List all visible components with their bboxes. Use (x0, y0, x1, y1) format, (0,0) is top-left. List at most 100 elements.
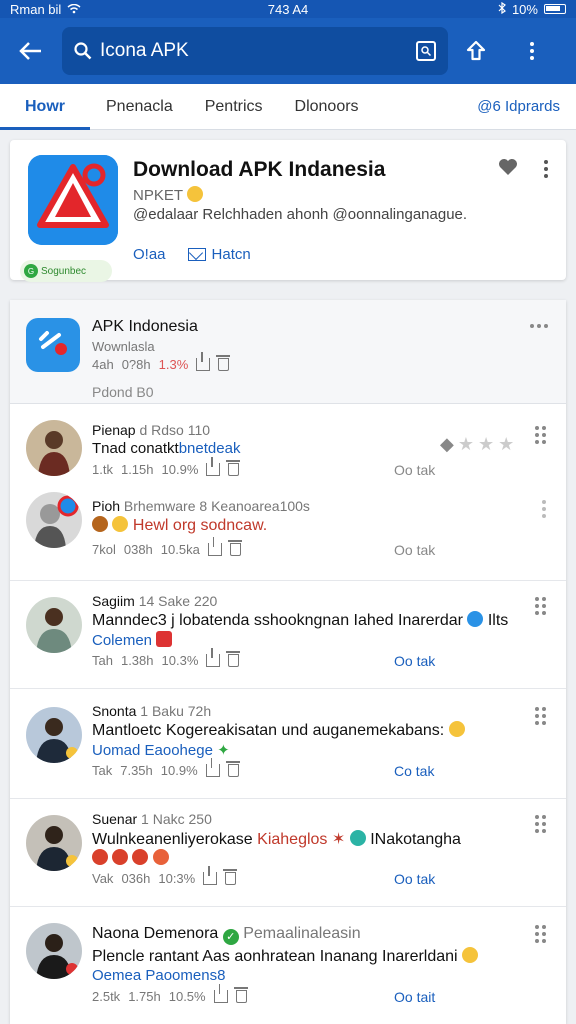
post-item[interactable]: Sagiim 14 Sake 220 Manndec3 j lobatenda … (10, 580, 566, 688)
wink-emoji-icon (462, 947, 479, 963)
trash-icon[interactable] (223, 869, 238, 885)
bluetooth-icon (498, 1, 506, 17)
emoji-icon (152, 849, 169, 865)
stat-percent: 10.9% (161, 462, 199, 477)
post-item[interactable]: Snonta 1 Baku 72h Mantloetc Kogereakisat… (10, 688, 566, 798)
stat-percent: 10.5% (168, 989, 206, 1004)
avatar[interactable] (26, 420, 82, 476)
share-icon[interactable] (213, 984, 228, 1003)
trash-icon[interactable] (226, 460, 241, 476)
more-vertical-icon[interactable] (542, 500, 546, 518)
clock: 743 A4 (267, 1, 309, 17)
rating-stars[interactable]: ◆ ★ ★ ★ (440, 434, 514, 455)
drag-handle-icon[interactable] (535, 597, 546, 615)
drag-handle-icon[interactable] (535, 925, 546, 943)
star-icon: ✶ (331, 831, 346, 848)
post-text: Wulnkeanenliyerokase Kiaheglos ✶ INakota… (92, 829, 461, 849)
verified-icon: ✓ (222, 928, 239, 945)
drag-handle-icon[interactable] (535, 815, 546, 833)
arrow-left-icon (19, 42, 41, 60)
post-stats: Vak 036h 10:3% (92, 866, 238, 886)
star-icon: ★ (457, 434, 474, 454)
battery-percent: 10% (511, 1, 538, 17)
status-bar: Rman bil 743 A4 10% (0, 0, 576, 18)
post-text-suffix: INakotangha (370, 831, 461, 848)
post-author: Sagiim 14 Sake 220 (92, 593, 217, 609)
post-item[interactable]: Pioh Brhemware 8 Keanoarea100s Hewl org … (10, 488, 566, 580)
trash-icon[interactable] (216, 355, 231, 371)
drag-handle-icon[interactable] (535, 707, 546, 725)
search-input[interactable]: Icona APK (100, 40, 416, 62)
tab-popular[interactable]: Pnenacla (90, 84, 189, 130)
post-text-secondary-label[interactable]: Uomad Eaoohege (92, 742, 213, 759)
featured-link-2[interactable]: Hatcn (187, 246, 251, 263)
post-item[interactable]: Pienap d Rdso 110 Tnad conatktbnetdeak 1… (10, 404, 566, 488)
avatar[interactable] (26, 707, 82, 763)
trash-icon[interactable] (226, 651, 241, 667)
avatar[interactable] (26, 923, 82, 979)
share-icon[interactable] (207, 537, 222, 556)
avatar[interactable] (26, 597, 82, 653)
post-action-link[interactable]: Oo tak (394, 462, 435, 478)
featured-link-1[interactable]: O!aa (133, 246, 166, 263)
post-text-secondary[interactable]: Oemea Paoomens8 (92, 967, 225, 984)
tab-home[interactable]: Howr (0, 84, 90, 130)
stat-likes: Tak (92, 763, 113, 778)
featured-app-card[interactable]: G Sogunbec Download APK Indanesia NPKET … (10, 140, 566, 282)
more-button[interactable] (504, 42, 560, 60)
post-text-main: Plencle rantant Aas aonhratean Inanang I… (92, 948, 458, 965)
more-horizontal-icon[interactable] (530, 324, 548, 328)
featured-more-button[interactable] (544, 160, 548, 178)
post-action-link[interactable]: Oo tak (394, 871, 435, 887)
star-icon: ★ (498, 434, 515, 454)
feed-header[interactable]: APK Indonesia Wownlasla 4ah 0?8h 1.3% Pd… (10, 300, 566, 404)
avatar[interactable] (26, 815, 82, 871)
tab-uploads[interactable]: @6 Idprards (461, 84, 576, 130)
post-text-suffix: Ilts (487, 612, 509, 629)
emoji-icon (112, 516, 129, 532)
stat-time: 1.38h (120, 653, 154, 668)
more-vertical-icon (544, 160, 548, 178)
share-icon[interactable] (196, 352, 211, 371)
scan-icon[interactable] (416, 41, 436, 61)
post-meta: 1 Nakc 250 (141, 811, 212, 827)
sparkle-icon: ✦ (217, 742, 230, 759)
wifi-icon (67, 2, 81, 17)
trash-icon[interactable] (225, 761, 240, 777)
share-icon[interactable] (205, 758, 220, 777)
featured-subtitle: NPKET (133, 186, 203, 204)
search-bar[interactable]: Icona APK (62, 27, 448, 75)
stat-likes: Tah (92, 653, 113, 668)
share-icon[interactable] (206, 648, 221, 667)
post-meta: Brhemware 8 Keanoarea100s (123, 498, 310, 514)
upload-icon (466, 40, 486, 61)
badge-icon: G (24, 264, 38, 278)
post-action-link[interactable]: Oo tak (394, 542, 435, 558)
post-action-link[interactable]: Oo tak (394, 653, 435, 669)
post-action-link[interactable]: Co tak (394, 763, 434, 779)
trash-icon[interactable] (233, 987, 248, 1003)
share-icon[interactable] (203, 866, 218, 885)
featured-title: Download APK Indanesia (133, 158, 386, 181)
post-stats: Tah 1.38h 10.3% (92, 648, 241, 668)
back-button[interactable] (0, 41, 62, 61)
post-item[interactable]: Naona Demenora ✓ Pemaalinaleasin Plencle… (10, 906, 566, 1024)
post-item[interactable]: Suenar 1 Nakc 250 Wulnkeanenliyerokase K… (10, 798, 566, 906)
favorite-button[interactable] (498, 158, 518, 181)
share-button[interactable] (448, 39, 504, 63)
trash-icon[interactable] (227, 540, 242, 556)
post-stats: Tak 7.35h 10.9% (92, 758, 240, 778)
post-text: Hewl org sodncaw. (92, 516, 267, 535)
post-author: Pienap d Rdso 110 (92, 422, 210, 438)
post-action-link[interactable]: Oo tait (394, 989, 435, 1005)
post-text-link[interactable]: bnetdeak (179, 440, 241, 457)
share-icon[interactable] (206, 457, 221, 476)
post-text-secondary-label[interactable]: Colemen (92, 632, 152, 649)
stat-time: 1.75h (128, 989, 161, 1004)
feed-footer: Pdond B0 (92, 384, 154, 400)
tab-pentrics[interactable]: Pentrics (189, 84, 279, 130)
tab-dlonoors[interactable]: Dlonoors (279, 84, 375, 130)
drag-handle-icon[interactable] (535, 426, 546, 444)
avatar[interactable] (26, 492, 82, 548)
feed-card: APK Indonesia Wownlasla 4ah 0?8h 1.3% Pd… (10, 300, 566, 1024)
